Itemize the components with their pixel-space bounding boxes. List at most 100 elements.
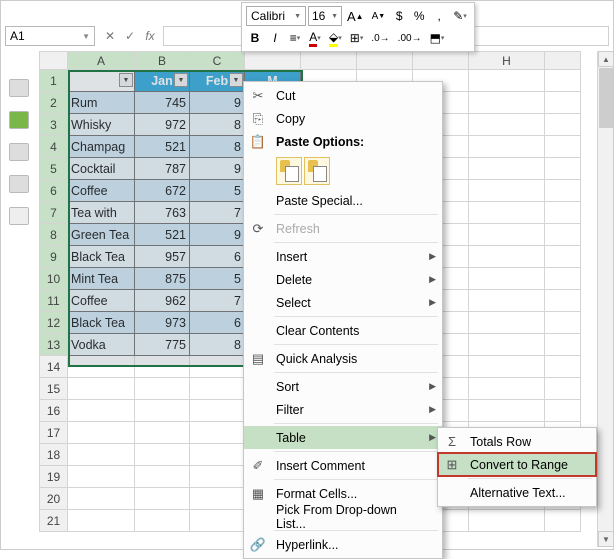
- vertical-scrollbar[interactable]: ▲ ▼: [597, 51, 613, 547]
- cancel-formula-button[interactable]: ✕: [103, 29, 117, 43]
- table-cell[interactable]: Green Tea: [68, 224, 135, 246]
- row-header[interactable]: 21: [40, 510, 68, 532]
- fill-color-button[interactable]: ⬙▾: [326, 28, 345, 48]
- italic-button[interactable]: I: [266, 28, 284, 48]
- col-header[interactable]: A: [68, 52, 135, 70]
- col-header[interactable]: B: [135, 52, 190, 70]
- row-header[interactable]: 19: [40, 466, 68, 488]
- ctx-insert-comment[interactable]: ✐Insert Comment: [244, 454, 442, 477]
- table-cell[interactable]: 672: [135, 180, 190, 202]
- select-all-corner[interactable]: [40, 52, 68, 70]
- table-cell[interactable]: 9: [190, 92, 245, 114]
- percent-button[interactable]: %: [410, 6, 428, 26]
- col-header[interactable]: [245, 52, 301, 70]
- col-header[interactable]: C: [190, 52, 245, 70]
- nav-pane-autotext-icon[interactable]: [9, 143, 29, 161]
- decrease-font-button[interactable]: A▼: [369, 6, 389, 26]
- table-cell[interactable]: 8: [190, 136, 245, 158]
- ctx-hyperlink[interactable]: 🔗Hyperlink...: [244, 533, 442, 556]
- table-cell[interactable]: 521: [135, 136, 190, 158]
- row-header[interactable]: 18: [40, 444, 68, 466]
- table-cell[interactable]: 973: [135, 312, 190, 334]
- table-cell[interactable]: Mint Tea: [68, 268, 135, 290]
- scroll-thumb[interactable]: [599, 68, 613, 128]
- table-cell[interactable]: 5: [190, 180, 245, 202]
- table-header-feb[interactable]: Feb▼: [190, 70, 245, 92]
- ctx-delete[interactable]: Delete▶: [244, 268, 442, 291]
- bold-button[interactable]: B: [246, 28, 264, 48]
- table-cell[interactable]: 8: [190, 114, 245, 136]
- increase-decimal-button[interactable]: .0→: [368, 28, 392, 48]
- font-size-combo[interactable]: 16▼: [308, 6, 342, 26]
- nav-pane-icon[interactable]: [9, 79, 29, 97]
- merge-button[interactable]: ⬒▾: [427, 28, 448, 48]
- table-cell[interactable]: 775: [135, 334, 190, 356]
- row-header[interactable]: 2: [40, 92, 68, 114]
- comma-button[interactable]: ,: [430, 6, 448, 26]
- row-header[interactable]: 7: [40, 202, 68, 224]
- row-header[interactable]: 14: [40, 356, 68, 378]
- table-cell[interactable]: Coffee: [68, 290, 135, 312]
- format-painter-button[interactable]: ✎▾: [450, 6, 470, 26]
- row-header[interactable]: 5: [40, 158, 68, 180]
- table-cell[interactable]: 6: [190, 246, 245, 268]
- row-header[interactable]: 11: [40, 290, 68, 312]
- table-cell[interactable]: 6: [190, 312, 245, 334]
- ctx-sort[interactable]: Sort▶: [244, 375, 442, 398]
- table-cell[interactable]: 521: [135, 224, 190, 246]
- table-cell[interactable]: 7: [190, 290, 245, 312]
- row-header[interactable]: 9: [40, 246, 68, 268]
- table-cell[interactable]: 875: [135, 268, 190, 290]
- table-cell[interactable]: 962: [135, 290, 190, 312]
- row-header[interactable]: 6: [40, 180, 68, 202]
- col-header[interactable]: [357, 52, 413, 70]
- ctx-clear[interactable]: Clear Contents: [244, 319, 442, 342]
- table-cell[interactable]: 745: [135, 92, 190, 114]
- table-cell[interactable]: 763: [135, 202, 190, 224]
- col-header[interactable]: [413, 52, 469, 70]
- table-cell[interactable]: 9: [190, 224, 245, 246]
- row-header[interactable]: 10: [40, 268, 68, 290]
- nav-pane-names-icon[interactable]: [9, 175, 29, 193]
- table-cell[interactable]: 5: [190, 268, 245, 290]
- ctx-insert[interactable]: Insert▶: [244, 245, 442, 268]
- row-header[interactable]: 8: [40, 224, 68, 246]
- align-button[interactable]: ≡▾: [286, 28, 304, 48]
- col-header[interactable]: [301, 52, 357, 70]
- sub-totals-row[interactable]: ΣTotals Row: [438, 430, 596, 453]
- table-cell[interactable]: Coffee: [68, 180, 135, 202]
- ctx-quick-analysis[interactable]: ▤Quick Analysis: [244, 347, 442, 370]
- increase-font-button[interactable]: A▲: [344, 6, 367, 26]
- paste-option-values[interactable]: [276, 157, 302, 185]
- col-header[interactable]: H: [469, 52, 545, 70]
- filter-dropdown-icon[interactable]: ▼: [119, 73, 133, 87]
- table-cell[interactable]: Champag: [68, 136, 135, 158]
- ctx-select[interactable]: Select▶: [244, 291, 442, 314]
- ctx-table[interactable]: Table▶: [244, 426, 442, 449]
- table-cell[interactable]: 957: [135, 246, 190, 268]
- table-header-jan[interactable]: Jan▼: [135, 70, 190, 92]
- row-header[interactable]: 16: [40, 400, 68, 422]
- row-header[interactable]: 1: [40, 70, 68, 92]
- sub-alt-text[interactable]: Alternative Text...: [438, 481, 596, 504]
- table-cell[interactable]: Vodka: [68, 334, 135, 356]
- ctx-paste-special[interactable]: Paste Special...: [244, 189, 442, 212]
- ctx-pick-list[interactable]: Pick From Drop-down List...: [244, 505, 442, 528]
- row-header[interactable]: 3: [40, 114, 68, 136]
- sub-convert-to-range[interactable]: ⊞Convert to Range: [438, 453, 596, 476]
- row-header[interactable]: 13: [40, 334, 68, 356]
- currency-button[interactable]: $: [390, 6, 408, 26]
- enter-formula-button[interactable]: ✓: [123, 29, 137, 43]
- row-header[interactable]: 20: [40, 488, 68, 510]
- table-cell[interactable]: Tea with: [68, 202, 135, 224]
- table-cell[interactable]: 7: [190, 202, 245, 224]
- borders-button[interactable]: ⊞▾: [347, 28, 367, 48]
- nav-pane-workbook-icon[interactable]: [9, 111, 29, 129]
- table-cell[interactable]: Whisky: [68, 114, 135, 136]
- table-header-item[interactable]: Item▼: [68, 70, 135, 92]
- table-cell[interactable]: 972: [135, 114, 190, 136]
- scroll-up-button[interactable]: ▲: [598, 51, 614, 67]
- ctx-copy[interactable]: ⎘Copy: [244, 107, 442, 130]
- insert-function-button[interactable]: fx: [143, 29, 157, 43]
- filter-dropdown-icon[interactable]: ▼: [229, 73, 243, 87]
